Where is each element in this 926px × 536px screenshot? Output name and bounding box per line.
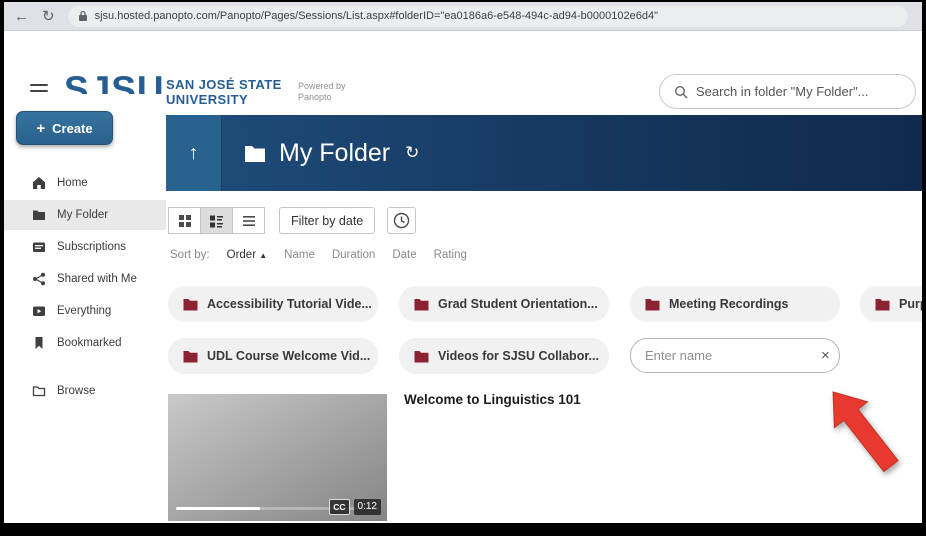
folder-card[interactable]: Grad Student Orientation... <box>399 286 609 322</box>
sidebar-item-shared-with-me[interactable]: Shared with Me <box>4 264 166 294</box>
folder-icon <box>414 298 429 311</box>
sidebar-item-browse[interactable]: Browse <box>4 376 166 406</box>
create-button[interactable]: + Create <box>16 111 113 145</box>
sort-option-order[interactable]: Order ▲ <box>227 249 268 261</box>
folder-card[interactable]: UDL Course Welcome Vid... <box>168 338 378 374</box>
folder-card[interactable]: Accessibility Tutorial Vide... <box>168 286 378 322</box>
parent-folder-button[interactable]: ↑ <box>166 115 222 191</box>
folder-icon <box>414 350 429 363</box>
filter-by-date-button[interactable]: Filter by date <box>279 207 375 234</box>
new-folder-name-field: × <box>630 338 840 373</box>
sort-option-duration[interactable]: Duration <box>332 249 375 261</box>
folder-icon <box>875 298 890 311</box>
clear-input-icon[interactable]: × <box>821 348 830 363</box>
sort-option-rating[interactable]: Rating <box>434 249 467 261</box>
address-bar[interactable]: sjsu.hosted.panopto.com/Panopto/Pages/Se… <box>68 6 908 27</box>
captions-badge: CC <box>329 499 349 515</box>
folder-icon <box>183 298 198 311</box>
sort-bar: Sort by: Order ▲ Name Duration Date Rati… <box>170 249 467 261</box>
browse-folder-icon <box>32 384 46 398</box>
sidebar-item-bookmarked[interactable]: Bookmarked <box>4 328 166 358</box>
search-icon <box>674 85 688 99</box>
sidebar-item-everything[interactable]: Everything <box>4 296 166 326</box>
video-thumbnail[interactable]: CC 0:12 <box>168 394 387 521</box>
folder-icon <box>244 144 266 163</box>
folder-search <box>659 74 916 109</box>
folder-icon <box>645 298 660 311</box>
folder-card[interactable]: Purp <box>860 286 922 322</box>
folder-card[interactable]: Meeting Recordings <box>630 286 840 322</box>
duration-badge: 0:12 <box>354 499 381 515</box>
new-folder-name-input[interactable] <box>645 348 821 363</box>
share-icon <box>32 272 46 286</box>
university-name: SAN JOSÉ STATE UNIVERSITY <box>166 77 282 107</box>
sidebar-item-subscriptions[interactable]: Subscriptions <box>4 232 166 262</box>
url-text: sjsu.hosted.panopto.com/Panopto/Pages/Se… <box>95 10 658 22</box>
search-input[interactable] <box>696 84 901 99</box>
thumbnail-badges: CC 0:12 <box>329 499 381 515</box>
sort-option-name[interactable]: Name <box>284 249 315 261</box>
detail-list-view-icon <box>242 214 256 228</box>
scheduled-recordings-button[interactable] <box>387 207 416 234</box>
subscriptions-icon <box>32 240 46 254</box>
powered-by-panopto: Powered by Panopto <box>298 81 346 103</box>
browser-chrome: ← ↻ sjsu.hosted.panopto.com/Panopto/Page… <box>4 2 922 31</box>
home-icon <box>32 176 46 190</box>
detail-list-view-button[interactable] <box>232 207 265 234</box>
sort-by-label: Sort by: <box>170 249 210 261</box>
view-toolbar: Filter by date <box>168 207 416 234</box>
plus-icon: + <box>36 120 45 137</box>
play-video-icon <box>32 304 46 318</box>
list-thumbnail-view-icon <box>209 214 224 228</box>
reload-icon[interactable]: ↻ <box>42 9 55 24</box>
sort-ascending-icon: ▲ <box>259 251 267 260</box>
sidebar: + Create Home My Folder Subscriptions <box>4 94 166 523</box>
grid-view-icon <box>178 214 192 228</box>
folder-banner: ↑ My Folder ↻ <box>166 115 922 191</box>
sidebar-item-home[interactable]: Home <box>4 168 166 198</box>
folder-title: My Folder <box>279 139 390 168</box>
up-arrow-icon: ↑ <box>189 142 199 165</box>
grid-view-button[interactable] <box>168 207 201 234</box>
app-header: SJSU SAN JOSÉ STATE UNIVERSITY Powered b… <box>4 31 922 94</box>
bookmark-icon <box>32 336 46 350</box>
refresh-folder-icon[interactable]: ↻ <box>405 143 419 163</box>
annotation-arrow <box>816 376 908 482</box>
back-icon[interactable]: ← <box>14 9 29 24</box>
video-progress-fill <box>176 507 260 510</box>
sort-option-date[interactable]: Date <box>392 249 416 261</box>
folder-icon <box>183 350 198 363</box>
folder-card[interactable]: Videos for SJSU Collabor... <box>399 338 609 374</box>
folder-icon <box>32 208 46 222</box>
video-title[interactable]: Welcome to Linguistics 101 <box>404 392 581 407</box>
list-thumbnail-view-button[interactable] <box>200 207 233 234</box>
screen: ← ↻ sjsu.hosted.panopto.com/Panopto/Page… <box>4 2 922 523</box>
lock-icon <box>78 10 88 22</box>
sidebar-item-my-folder[interactable]: My Folder <box>4 200 166 230</box>
clock-icon <box>393 212 410 229</box>
